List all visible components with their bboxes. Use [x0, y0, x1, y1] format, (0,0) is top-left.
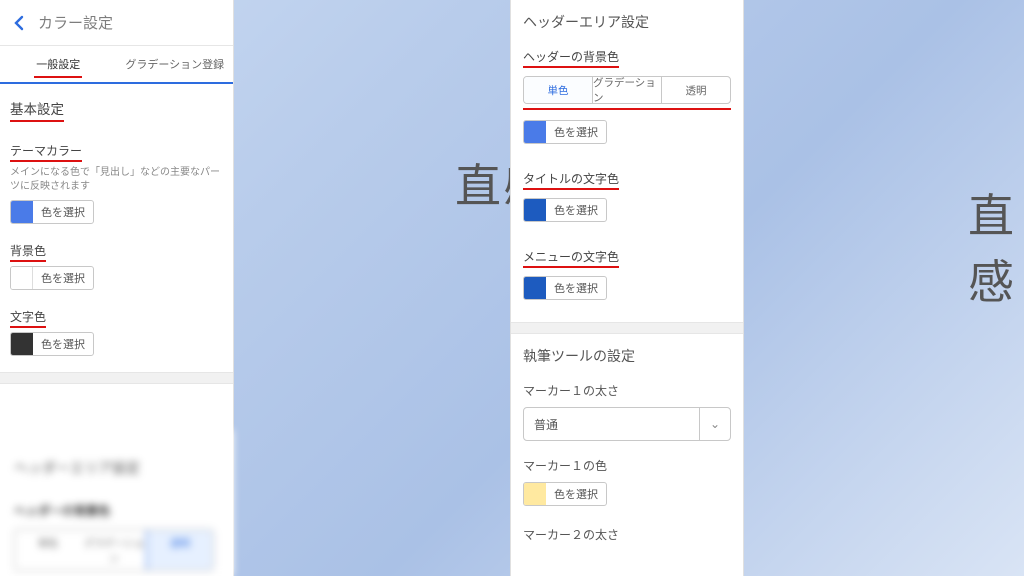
title-color-button[interactable]: 色を選択: [523, 198, 607, 222]
tab-general[interactable]: 一般設定: [0, 46, 117, 82]
field-label-header-bg: ヘッダーの背景色: [523, 48, 619, 68]
panel-tabs: 一般設定 グラデーション登録: [0, 46, 233, 84]
panel-header: カラー設定: [0, 0, 233, 46]
basic-settings-section: 基本設定 テーマカラー メインになる色で「見出し」などの主要なパーツに反映されま…: [0, 84, 233, 372]
color-swatch: [524, 277, 546, 299]
blurred-lower-area: ヘッダーエリア設定 ヘッダーの背景色 単色 グラデーション 透明: [0, 430, 233, 576]
seg-transparent[interactable]: 透明: [662, 77, 730, 103]
blur-field-label: ヘッダーの背景色: [14, 502, 223, 519]
seg-solid[interactable]: 単色: [524, 77, 593, 103]
menu-color-button[interactable]: 色を選択: [523, 276, 607, 300]
seg-opt: 透明: [146, 529, 214, 571]
active-underline: [34, 76, 82, 78]
color-swatch: [11, 333, 33, 355]
field-label: 文字色: [10, 308, 46, 328]
background-color-button[interactable]: 色を選択: [10, 266, 94, 290]
section-title-header-area: ヘッダーエリア設定: [523, 12, 731, 32]
button-label: 色を選択: [546, 202, 606, 218]
marker1-color-button[interactable]: 色を選択: [523, 482, 607, 506]
header-bg-color-button[interactable]: 色を選択: [523, 120, 607, 144]
left-settings-panel: カラー設定 一般設定 グラデーション登録 基本設定 テーマカラー メインになる色…: [0, 0, 234, 576]
field-label-marker1-color: マーカー１の色: [523, 457, 731, 474]
blur-segmented: 単色 グラデーション 透明: [14, 529, 214, 571]
seg-underline: [523, 108, 731, 110]
seg-opt: 単色: [15, 530, 81, 570]
right-settings-panel: ヘッダーエリア設定 ヘッダーの背景色 単色 グラデーション 透明 色を選択 タイ…: [510, 0, 744, 576]
tab-label: 一般設定: [36, 56, 80, 72]
color-swatch: [11, 201, 33, 223]
section-divider: [511, 322, 743, 334]
field-theme-color: テーマカラー メインになる色で「見出し」などの主要なパーツに反映されます 色を選…: [10, 142, 223, 228]
marker1-thickness-select[interactable]: 普通 ⌄: [523, 407, 731, 441]
color-swatch: [524, 483, 546, 505]
color-swatch: [524, 121, 546, 143]
button-label: 色を選択: [546, 124, 606, 140]
field-label: テーマカラー: [10, 142, 82, 162]
panel-title: カラー設定: [38, 12, 113, 33]
button-label: 色を選択: [33, 270, 93, 286]
back-button[interactable]: [6, 10, 32, 36]
theme-color-button[interactable]: 色を選択: [10, 200, 94, 224]
field-text-color: 文字色 色を選択: [10, 308, 223, 360]
field-label-marker2-thickness: マーカー２の太さ: [523, 526, 731, 543]
button-label: 色を選択: [33, 204, 93, 220]
header-bg-segmented: 単色 グラデーション 透明: [523, 76, 731, 104]
field-label: 背景色: [10, 242, 46, 262]
section-divider: [0, 372, 233, 384]
button-label: 色を選択: [546, 486, 606, 502]
color-swatch: [524, 199, 546, 221]
section-title-writing-tools: 執筆ツールの設定: [523, 346, 731, 366]
field-help: メインになる色で「見出し」などの主要なパーツに反映されます: [10, 166, 223, 194]
field-label-menu-color: メニューの文字色: [523, 248, 619, 268]
chevron-left-icon: [13, 15, 25, 31]
section-title-basic: 基本設定: [10, 98, 64, 122]
chevron-down-icon: ⌄: [699, 408, 720, 440]
button-label: 色を選択: [546, 280, 606, 296]
blur-section-title: ヘッダーエリア設定: [14, 458, 223, 478]
field-label-title-color: タイトルの文字色: [523, 170, 619, 190]
tab-label: グラデーション登録: [125, 56, 224, 72]
background-catchphrase-right: 直感: [968, 180, 1024, 312]
tab-gradient-register[interactable]: グラデーション登録: [117, 46, 234, 82]
color-swatch: [11, 267, 33, 289]
seg-gradient[interactable]: グラデーション: [593, 77, 662, 103]
field-label-marker1-thickness: マーカー１の太さ: [523, 382, 731, 399]
field-background-color: 背景色 色を選択: [10, 242, 223, 294]
button-label: 色を選択: [33, 336, 93, 352]
select-value: 普通: [534, 416, 558, 433]
text-color-button[interactable]: 色を選択: [10, 332, 94, 356]
seg-opt: グラデーション: [81, 530, 147, 570]
